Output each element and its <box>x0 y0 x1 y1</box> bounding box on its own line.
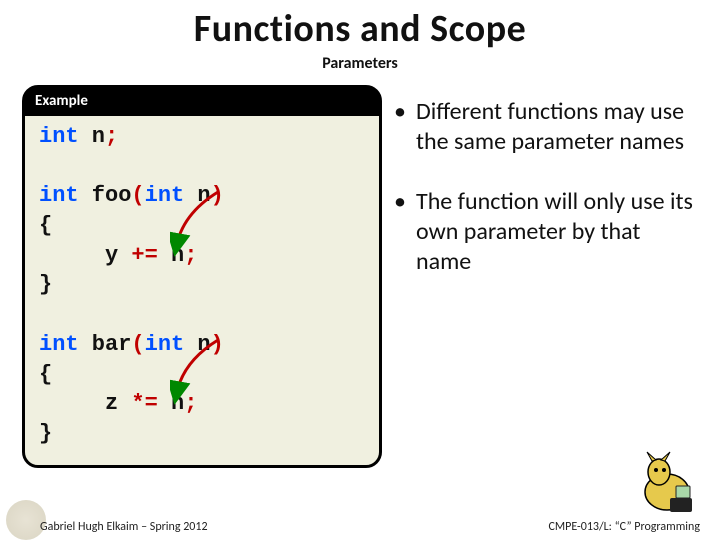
paren-close: ) <box>211 183 224 208</box>
identifier-n: n <box>79 124 105 149</box>
example-label: Example <box>25 88 379 116</box>
code-line: y += n; <box>39 241 365 271</box>
keyword-int: int <box>39 332 79 357</box>
content-area: Example int n; int foo(int n) { y += n; … <box>0 73 720 468</box>
keyword-int: int <box>39 124 79 149</box>
op-plus-equals: += <box>131 243 157 268</box>
bullet-item: The function will only use its own param… <box>394 187 698 277</box>
param-n: n <box>184 332 210 357</box>
brace-close: } <box>39 421 52 446</box>
footer-author: Gabriel Hugh Elkaim – Spring 2012 <box>40 520 208 534</box>
code-line: { <box>39 360 365 390</box>
param-n: n <box>184 183 210 208</box>
code-line: } <box>39 419 365 449</box>
code-body: int n; int foo(int n) { y += n; } int ba… <box>25 116 379 465</box>
mascot-icon <box>632 450 702 520</box>
code-line: { <box>39 211 365 241</box>
keyword-int: int <box>39 183 79 208</box>
brace-open: { <box>39 213 52 238</box>
code-line: int bar(int n) <box>39 330 365 360</box>
bullet-item: Different functions may use the same par… <box>394 97 698 157</box>
keyword-int: int <box>145 332 185 357</box>
code-line: z *= n; <box>39 389 365 419</box>
body-y: y <box>39 243 131 268</box>
identifier-bar: bar <box>79 332 132 357</box>
bullet-list: Different functions may use the same par… <box>394 85 702 468</box>
body-z: z <box>39 391 131 416</box>
paren-open: ( <box>131 183 144 208</box>
slide-title: Functions and Scope <box>0 6 720 52</box>
slide-subtitle: Parameters <box>0 54 720 73</box>
paren-close: ) <box>211 332 224 357</box>
code-blank <box>39 300 365 330</box>
code-line: } <box>39 270 365 300</box>
semicolon: ; <box>184 391 197 416</box>
code-example-card: Example int n; int foo(int n) { y += n; … <box>22 85 382 468</box>
var-n: n <box>158 391 184 416</box>
var-n: n <box>158 243 184 268</box>
semicolon: ; <box>105 124 118 149</box>
brace-close: } <box>39 272 52 297</box>
code-line: int n; <box>39 122 365 152</box>
semicolon: ; <box>184 243 197 268</box>
code-line: int foo(int n) <box>39 181 365 211</box>
keyword-int: int <box>145 183 185 208</box>
identifier-foo: foo <box>79 183 132 208</box>
code-blank <box>39 152 365 182</box>
footer-course: CMPE-013/L: “C” Programming <box>549 520 701 534</box>
brace-open: { <box>39 362 52 387</box>
paren-open: ( <box>131 332 144 357</box>
op-times-equals: *= <box>131 391 157 416</box>
